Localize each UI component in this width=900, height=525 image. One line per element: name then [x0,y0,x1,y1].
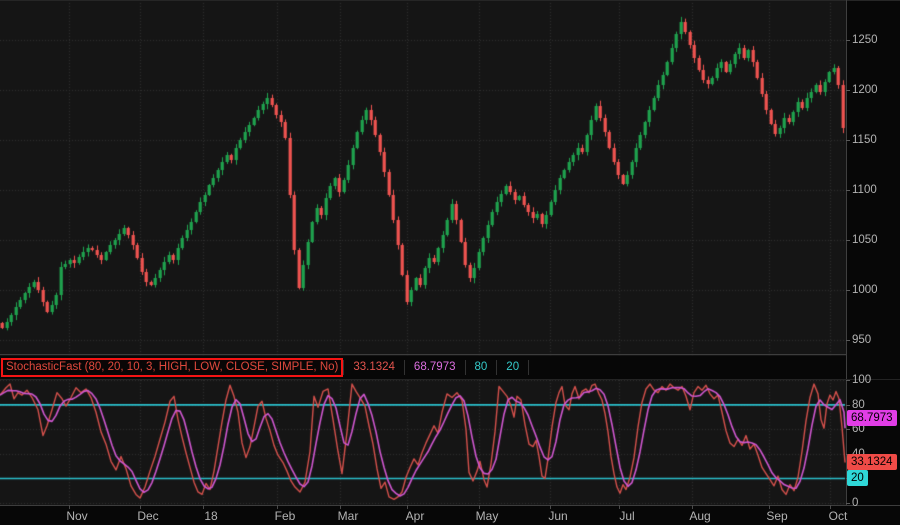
price-tick-mark [846,140,850,141]
month-label-jun: Jun [548,509,568,523]
month-label-apr: Apr [405,509,425,523]
stochastic-oversold-value: 20 [497,360,530,375]
month-tick-mark [203,505,204,509]
stochastic-chart-canvas[interactable] [0,380,846,505]
oversold-level-badge: 20 [847,470,868,486]
month-label-may: May [475,509,499,523]
price-chart-canvas[interactable] [0,0,846,356]
stoch-tick-mark [846,404,850,406]
stoch-tick-mark [846,380,850,382]
price-tick-label: 1250 [852,34,878,46]
stochastic-overbought-value: 80 [466,360,498,375]
price-tick-label: 1000 [852,284,878,296]
stoch-tick-mark [846,429,850,431]
price-tick-label: 950 [852,334,872,346]
month-tick-mark [479,505,480,509]
month-tick-mark [69,505,70,509]
price-tick-mark [846,340,850,341]
price-tick-mark [846,190,850,191]
month-label-nov: Nov [66,509,88,523]
stoch-tick-mark [846,503,850,504]
month-label-oct: Oct [828,509,848,523]
indicator-row: StochasticFast (80, 20, 10, 3, HIGH, LOW… [0,356,900,379]
price-tick-mark [846,240,850,241]
window-top-border [0,0,900,1]
month-tick-mark [340,505,341,509]
month-tick-mark [277,505,278,509]
chart-window: 125012001150110010501000950 100806040200… [0,0,900,525]
price-tick-mark [846,90,850,91]
stochastic-fastk-value: 33.1324 [343,360,405,375]
month-label-mar: Mar [337,509,359,523]
price-tick-mark [846,290,850,291]
month-tick-mark [769,505,770,509]
fastd-price-badge: 68.7973 [847,410,897,426]
stochastic-indicator-label-box[interactable]: StochasticFast (80, 20, 10, 3, HIGH, LOW… [1,358,344,377]
time-axis-border [0,505,900,506]
price-tick-label: 1100 [852,184,877,196]
month-label-feb: Feb [274,509,296,523]
stochastic-fastd-value: 68.7973 [405,360,466,375]
month-label-sep: Sep [766,509,788,523]
price-tick-label: 1150 [852,134,877,146]
month-tick-mark [830,505,831,509]
month-tick-mark [550,505,551,509]
price-tick-mark [846,40,850,41]
stochastic-indicator-label: StochasticFast (80, 20, 10, 3, HIGH, LOW… [6,361,339,373]
indicator-row-divider [0,379,900,380]
month-tick-mark [140,505,141,509]
month-tick-mark [407,505,408,509]
month-tick-mark [692,505,693,509]
month-tick-mark [619,505,620,509]
month-label-18: 18 [204,509,218,523]
fastk-price-badge: 33.1324 [847,454,897,470]
main-panel-divider [0,354,846,355]
month-label-dec: Dec [137,509,159,523]
month-label-jul: Jul [619,509,635,523]
price-tick-label: 1050 [852,234,878,246]
price-tick-label: 1200 [852,84,878,96]
stoch-tick-label: 0 [852,497,859,509]
month-label-aug: Aug [689,509,711,523]
